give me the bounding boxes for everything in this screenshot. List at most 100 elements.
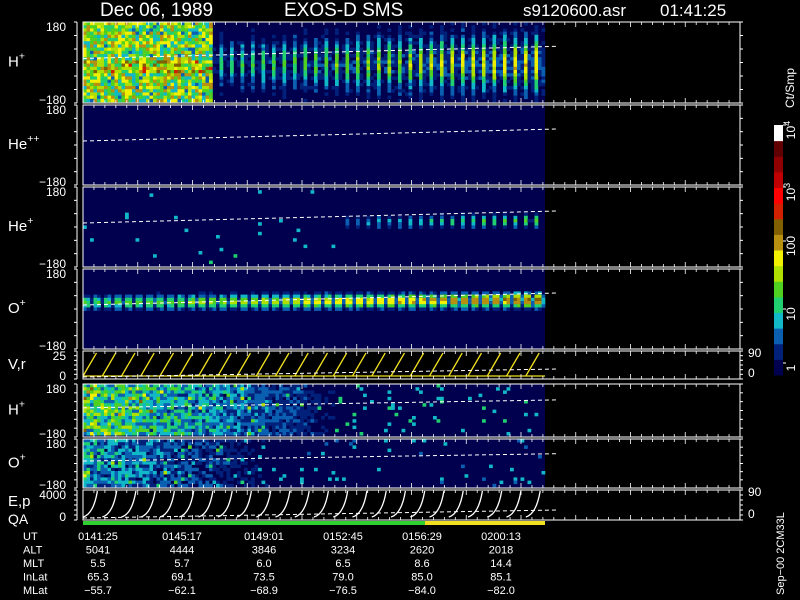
spectro-cell [149,60,154,64]
spectro-cell [461,76,465,80]
spectro-cell [482,50,486,55]
spectro-cell [209,25,213,29]
spectro-cell [282,294,287,299]
spectro-cell [429,89,434,93]
spectro-cell [100,467,105,472]
spectro-cell [272,73,276,77]
spectro-cell [447,76,451,80]
spectro-cell [450,47,455,52]
spectro-cell [513,95,518,100]
spectro-cell [317,393,322,398]
spectro-cell [121,47,126,52]
spectro-cell [429,82,434,87]
panel-ytop-2: 180 [46,103,66,117]
spectro-cell [226,387,231,391]
spectro-cell [440,86,444,90]
spectro-cell [244,393,248,398]
spectro-cell [279,76,283,80]
spectro-cell [454,304,458,308]
spectro-cell [405,70,409,74]
spectro-cell [289,47,294,52]
spectro-cell [541,92,546,96]
spectro-cell [377,219,381,223]
spectro-cell [289,54,294,58]
spectro-cell [541,41,546,45]
spectro-cell [478,393,483,398]
spectro-cell [90,403,94,407]
spectro-cell [177,76,182,80]
spectro-cell [391,63,395,68]
spectro-cell [359,57,364,61]
spectro-cell [429,57,434,61]
spectro-cell [482,86,486,90]
spectro-cell [538,66,542,71]
spectro-cell [489,76,493,80]
spectro-cell [282,41,287,45]
spectro-cell [275,400,280,404]
spectro-cell [349,47,353,52]
spectro-cell [177,44,182,48]
spectro-cell [324,297,329,302]
spectro-cell [86,442,91,446]
spectro-cell [492,66,497,71]
spectro-cell [219,307,224,311]
spectro-cell [83,44,87,48]
spectro-cell [163,28,168,32]
spectro-cell [352,54,357,58]
spectro-cell [107,428,112,433]
spectro-cell [261,57,266,61]
spectro-cell [93,390,98,394]
spectro-cell [454,297,458,302]
spectro-cell [118,428,122,433]
spectro-cell [457,301,462,305]
spectro-cell [90,464,94,469]
spectro-cell [524,215,528,220]
spectro-cell [191,393,196,398]
spectro-cell [188,86,192,90]
spectro-cell [223,396,227,401]
spectro-cell [132,390,136,394]
spectro-cell [471,225,476,229]
spectro-cell [303,297,308,302]
spectro-cell [377,70,381,74]
spectro-cell [205,428,210,433]
spectro-cell [163,41,168,45]
spectro-cell [142,98,147,103]
spectro-cell [338,294,343,299]
spectro-cell [419,70,423,74]
spectro-cell [160,76,164,80]
spectro-cell [107,467,112,472]
spectro-cell [118,73,122,77]
spectro-cell [86,82,91,87]
spectro-cell [191,31,196,36]
spectro-cell [384,54,388,58]
spectro-cell [461,47,465,52]
spectro-cell [433,304,437,308]
spectro-cell [492,79,497,84]
spectro-cell [191,387,196,391]
spectro-cell [443,63,448,68]
spectro-cell [170,70,175,74]
spectro-cell [195,50,199,55]
spectro-cell [195,38,199,42]
spectro-cell [303,31,308,36]
spectro-cell [135,393,140,398]
spectro-cell [184,403,189,407]
spectro-cell [153,31,157,36]
spectro-cell [90,98,94,103]
spectro-cell [485,57,490,61]
spectro-cell [160,304,164,308]
spectro-cell [216,403,220,407]
spectro-cell [93,400,98,404]
spectro-cell [503,390,507,394]
spectro-cell [184,47,189,52]
spectro-cell [233,432,238,436]
panel-ybot-5: 0 [59,369,66,383]
spectro-cell [520,54,525,58]
spectro-cell [205,297,210,302]
spectro-cell [531,79,535,84]
spectro-cell [489,44,493,48]
spectro-cell [300,82,304,87]
spectro-cell [478,50,483,55]
spectro-cell [240,403,245,407]
